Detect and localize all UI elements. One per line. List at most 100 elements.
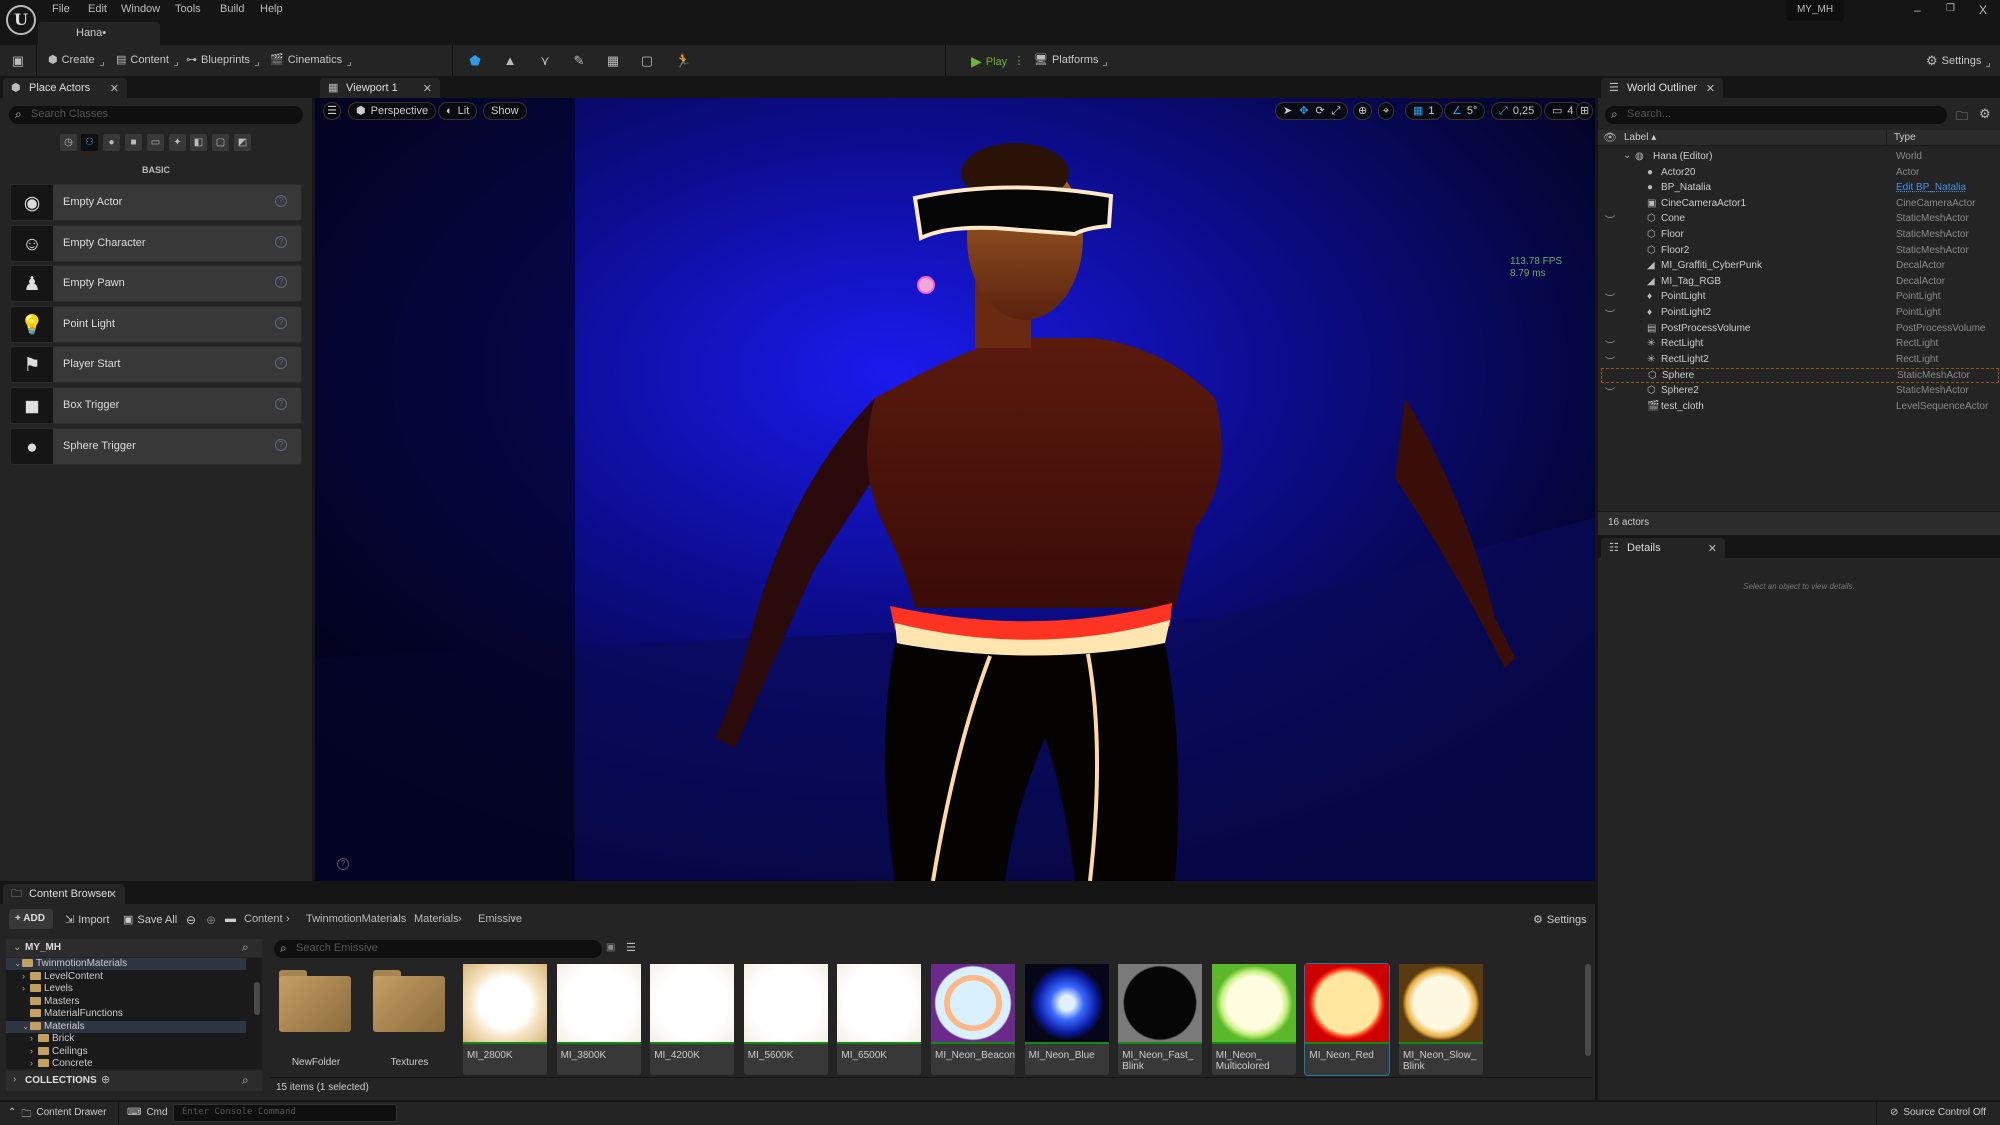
outliner-row[interactable]: ▤ PostProcessVolume PostProcessVolume (1601, 322, 1999, 337)
mesh-paint-mode-icon[interactable]: ✎ (572, 54, 586, 68)
material-asset-tile[interactable]: MI_Neon_Slow_ Blink (1399, 964, 1483, 1075)
help-icon[interactable]: ? (275, 235, 287, 248)
gear-icon[interactable]: ⚙ (1979, 106, 1991, 122)
outliner-row[interactable]: ◢ MI_Tag_RGB DecalActor (1601, 275, 1999, 290)
maximize-button[interactable]: ❐ (1946, 3, 1955, 14)
help-icon[interactable]: ? (275, 276, 287, 289)
menu-help[interactable]: Help (260, 3, 283, 15)
help-icon[interactable]: ? (275, 195, 287, 207)
filter-icon[interactable]: ☰ (626, 941, 636, 954)
folder-tree-item[interactable]: ⌄ TwinmotionMaterials (6, 958, 246, 970)
outliner-row[interactable]: ● BP_Natalia Edit BP_Natalia (1601, 181, 1999, 196)
settings-button[interactable]: ⚙ Settings (1926, 53, 1991, 69)
outliner-row[interactable]: ⬡ Floor StaticMeshActor (1601, 228, 1999, 243)
tree-scrollbar[interactable] (254, 982, 260, 1015)
folder-tile[interactable]: Textures (368, 964, 452, 1075)
material-asset-tile[interactable]: MI_6500K (837, 964, 922, 1075)
material-asset-tile[interactable]: MI_Neon_Fast_ Blink (1118, 964, 1203, 1075)
tree-chevron-icon[interactable]: › (30, 1033, 38, 1043)
material-asset-tile[interactable]: MI_4200K (650, 964, 735, 1075)
add-collection-icon[interactable]: ⊕ (101, 1073, 110, 1086)
folder-tree-item[interactable]: › Ceilings (30, 1046, 254, 1058)
fracture-mode-icon[interactable]: ▦ (606, 54, 620, 68)
tree-chevron-icon[interactable]: › (22, 983, 30, 993)
play-button[interactable]: ▶ Play (971, 53, 1007, 70)
outliner-row[interactable]: ⬡ Sphere StaticMeshActor (1601, 368, 1999, 384)
folder-tree-item[interactable]: › Levels (22, 983, 254, 995)
material-asset-tile[interactable]: MI_Neon_Blue (1024, 964, 1109, 1075)
visibility-toggle-icon[interactable]: ︶ (1605, 212, 1615, 227)
viewport-layout-button[interactable]: ⊞ (1576, 102, 1594, 120)
breadcrumb-item[interactable]: Materials (414, 913, 459, 925)
breadcrumb-chevron-icon[interactable]: › (458, 913, 462, 925)
search-icon[interactable]: ⌕ (242, 940, 249, 955)
menu-edit[interactable]: Edit (88, 3, 107, 15)
close-tab-icon[interactable]: ✕ (1708, 542, 1717, 555)
content-button[interactable]: ▤ Content (116, 53, 178, 66)
tree-chevron-icon[interactable]: › (30, 1046, 38, 1056)
place-actor-item[interactable]: ♟ Empty Pawn ? (10, 265, 302, 303)
folder-tree-item[interactable]: MaterialFunctions (22, 1008, 254, 1020)
outliner-row[interactable]: ● Actor20 Actor (1601, 166, 1999, 181)
material-asset-tile[interactable]: MI_5600K (743, 964, 828, 1075)
source-control-button[interactable]: ⊘ Source Control Off (1890, 1107, 1986, 1118)
help-icon[interactable]: ? (337, 858, 349, 870)
menu-tools[interactable]: Tools (175, 3, 201, 15)
filter-all-classes-icon[interactable]: ▢ (212, 134, 229, 151)
level-viewport[interactable]: ☰ ⬢ Perspective ◐ Lit Show ➤ ✥ ⟳ ⤢ ⊕ ⌖ ▦ 1 … (315, 98, 1595, 881)
cmd-button[interactable]: ⌨ Cmd (127, 1107, 168, 1118)
material-asset-tile[interactable]: MI_Neon_Beacon (931, 964, 1015, 1075)
outliner-row[interactable]: ︶ ♦ PointLight PointLight (1601, 290, 1999, 305)
unreal-logo-icon[interactable]: U (6, 5, 36, 35)
outliner-row[interactable]: ⬡ Floor2 StaticMeshActor (1601, 244, 1999, 259)
save-icon[interactable]: ▣ (11, 54, 25, 68)
place-actor-item[interactable]: ☺ Empty Character ? (10, 224, 302, 262)
rotate-tool-icon[interactable]: ⟳ (1315, 103, 1324, 119)
breadcrumb-chevron-icon[interactable]: › (394, 913, 398, 925)
play-options-icon[interactable]: ⋮ (1012, 54, 1026, 68)
breadcrumb-chevron-icon[interactable]: › (512, 913, 516, 925)
console-command-input[interactable]: Enter Console Command (173, 1104, 397, 1122)
close-tab-icon[interactable]: ✕ (110, 82, 119, 95)
search-classes-input[interactable]: ⌕ Search Classes (9, 106, 303, 124)
back-history-icon[interactable]: ⊖ (186, 913, 196, 927)
save-all-button[interactable]: ▣ Save All (123, 913, 177, 927)
asset-scrollbar[interactable] (1585, 964, 1591, 1056)
place-actors-tab[interactable]: ⬢ Place Actors ✕ (3, 78, 127, 98)
search-icon[interactable]: ⌕ (242, 1073, 249, 1088)
place-actor-item[interactable]: ◉ Empty Actor ? (10, 184, 302, 221)
place-actor-item[interactable]: 💡 Point Light ? (10, 305, 302, 343)
surface-snap-toggle[interactable]: ⌖ (1378, 102, 1395, 120)
sources-header[interactable]: ⌄ MY_MH ⌕ (6, 939, 262, 957)
search-emissive-input[interactable]: ⌕ Search Emissive (274, 940, 602, 958)
level-tab[interactable]: Hana• (38, 22, 160, 45)
close-tab-icon[interactable]: ✕ (108, 888, 117, 901)
folder-tile[interactable]: NewFolder (274, 964, 358, 1075)
expand-chevron-icon[interactable]: ⌄ (1623, 150, 1631, 161)
animation-mode-icon[interactable]: 🏃 (675, 54, 691, 68)
landscape-mode-icon[interactable]: ▲ (503, 54, 517, 68)
label-column-header[interactable]: Label ▴ (1624, 132, 1656, 143)
close-tab-icon[interactable]: ✕ (423, 82, 432, 95)
outliner-row[interactable]: ◢ MI_Graffiti_CyberPunk DecalActor (1601, 259, 1999, 274)
visibility-toggle-icon[interactable]: ︶ (1605, 290, 1615, 305)
minimize-button[interactable]: – (1914, 3, 1921, 17)
tree-chevron-icon[interactable]: › (30, 1058, 38, 1068)
breadcrumb-item[interactable]: TwinmotionMaterials (306, 913, 406, 925)
outliner-row[interactable]: ︶ ⬡ Sphere2 StaticMeshActor (1601, 384, 1999, 399)
viewport-tab[interactable]: ▦ Viewport 1 ✕ (320, 78, 440, 98)
filter-basic-icon[interactable]: ⚇ (81, 134, 98, 151)
add-button[interactable]: + ADD (9, 909, 53, 929)
add-folder-icon[interactable]: 🗀 (1956, 107, 1968, 128)
breadcrumb-chevron-icon[interactable]: › (286, 913, 290, 925)
folder-tree-item[interactable]: › Brick (30, 1033, 254, 1045)
visibility-column-icon[interactable]: 👁 (1603, 131, 1617, 144)
viewport-menu-button[interactable]: ☰ (323, 102, 341, 120)
scale-snap-button[interactable]: ⤢ 0,25 (1491, 102, 1543, 120)
outliner-row[interactable]: ︶ ♦ PointLight2 PointLight (1601, 306, 1999, 321)
save-search-icon[interactable]: ▣ (606, 942, 615, 953)
world-local-toggle[interactable]: ⊕ (1353, 102, 1373, 120)
filter-vfx-icon[interactable]: ✦ (169, 134, 186, 151)
menu-window[interactable]: Window (121, 3, 160, 15)
help-icon[interactable]: ? (275, 398, 287, 410)
